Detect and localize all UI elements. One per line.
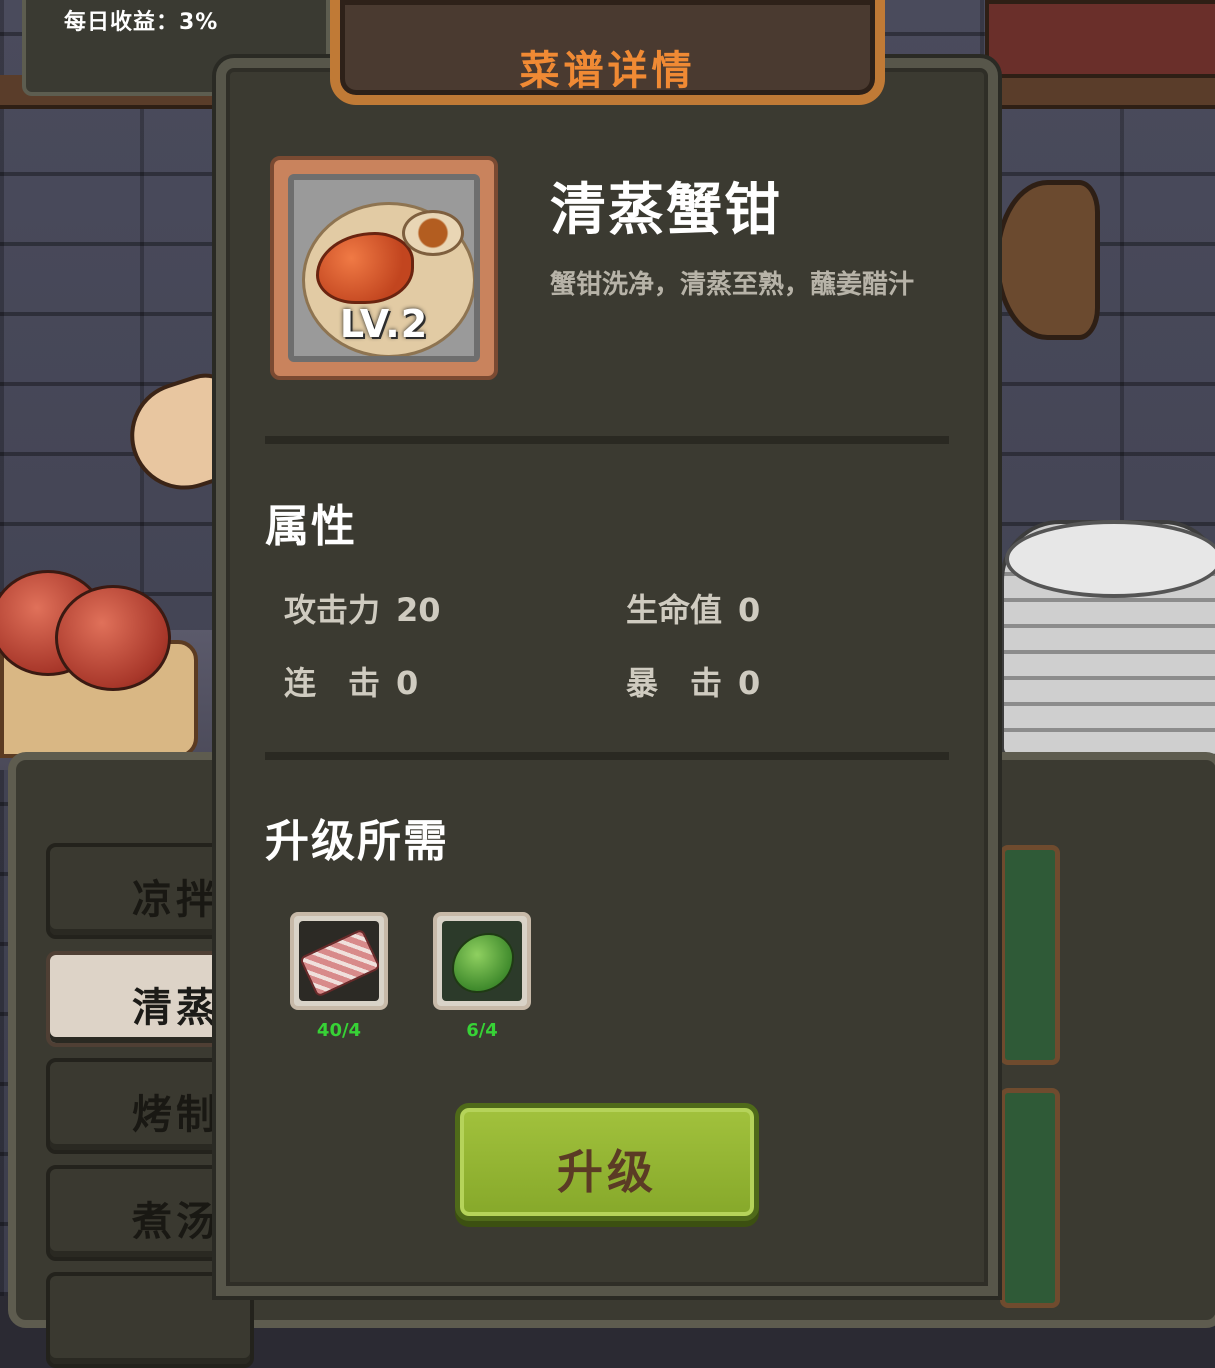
upgrade-button-label: 升级 bbox=[557, 1145, 657, 1199]
upgrade-button[interactable]: 升级 bbox=[455, 1103, 759, 1221]
stat-value: 0 bbox=[738, 664, 761, 702]
stat-label: 攻击力 bbox=[284, 591, 381, 629]
stat-value: 20 bbox=[396, 591, 441, 629]
plate-top-decoration bbox=[1005, 520, 1215, 598]
recipe-card-edge[interactable] bbox=[1000, 1088, 1060, 1308]
category-label: 煮汤 bbox=[132, 1199, 220, 1245]
crab-claw-dish-icon: LV.2 bbox=[288, 174, 480, 362]
modal-title: 菜谱详情 bbox=[519, 48, 696, 94]
dish-level: LV.2 bbox=[339, 302, 429, 346]
stat-value: 0 bbox=[396, 664, 419, 702]
tomato-decoration bbox=[55, 585, 171, 691]
stat-label: 暴 击 bbox=[626, 664, 723, 702]
stat-label: 连 击 bbox=[284, 664, 381, 702]
dish-icon-frame: LV.2 bbox=[270, 156, 498, 380]
modal-title-plate: 菜谱详情 bbox=[330, 0, 885, 105]
top-status-text: 每日收益：3% bbox=[64, 10, 219, 35]
category-label: 烤制 bbox=[132, 1092, 220, 1138]
pot-decoration bbox=[995, 180, 1100, 340]
attributes-title: 属性 bbox=[265, 501, 357, 552]
recipe-card-edge[interactable] bbox=[1000, 845, 1060, 1065]
stat-hp: 生命值 0 bbox=[626, 585, 760, 631]
category-label: 清蒸 bbox=[132, 985, 220, 1031]
requirement-count: 6/4 bbox=[466, 1020, 498, 1041]
category-label: 凉拌 bbox=[132, 877, 220, 923]
stat-crit: 暴 击 0 bbox=[626, 658, 760, 704]
requirements-title: 升级所需 bbox=[265, 816, 449, 867]
jars-decoration bbox=[985, 0, 1215, 78]
requirement-count: 40/4 bbox=[316, 1020, 362, 1041]
meat-ingredient-icon bbox=[299, 921, 379, 1001]
stat-combo: 连 击 0 bbox=[284, 658, 418, 704]
stat-attack: 攻击力 20 bbox=[284, 585, 441, 631]
requirement-item-meat[interactable] bbox=[290, 912, 388, 1010]
divider bbox=[265, 436, 949, 444]
stat-label: 生命值 bbox=[626, 591, 723, 629]
stat-value: 0 bbox=[738, 591, 761, 629]
dish-description: 蟹钳洗净，清蒸至熟，蘸姜醋汁 bbox=[550, 270, 915, 300]
requirement-item-vegetable[interactable] bbox=[433, 912, 531, 1010]
divider bbox=[265, 752, 949, 760]
dish-name: 清蒸蟹钳 bbox=[550, 178, 782, 243]
green-vegetable-ingredient-icon bbox=[442, 921, 522, 1001]
